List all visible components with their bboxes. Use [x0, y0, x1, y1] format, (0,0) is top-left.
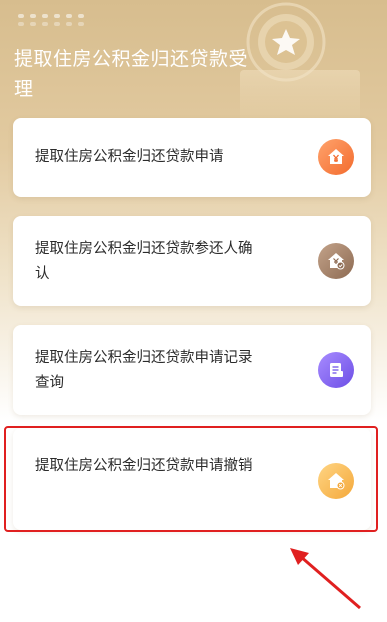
- decorative-dots-row2: [18, 22, 84, 26]
- card-label: 提取住房公积金归还贷款申请: [35, 149, 224, 165]
- card-loan-repayment-application[interactable]: 提取住房公积金归还贷款申请: [13, 118, 371, 197]
- card-label: 提取住房公积金归还贷款参还人确认: [35, 241, 253, 282]
- card-co-repayer-confirmation[interactable]: 提取住房公积金归还贷款参还人确认: [13, 216, 371, 306]
- page-title: 提取住房公积金归还贷款受理: [14, 48, 249, 100]
- house-check-icon: [318, 243, 354, 279]
- decorative-dots: [18, 14, 84, 18]
- card-application-record-query[interactable]: 提取住房公积金归还贷款申请记录查询: [13, 325, 371, 415]
- card-label: 提取住房公积金归还贷款申请记录查询: [35, 350, 253, 391]
- house-yuan-icon: [318, 139, 354, 175]
- document-list-icon: [318, 352, 354, 388]
- highlight-box: [4, 426, 378, 532]
